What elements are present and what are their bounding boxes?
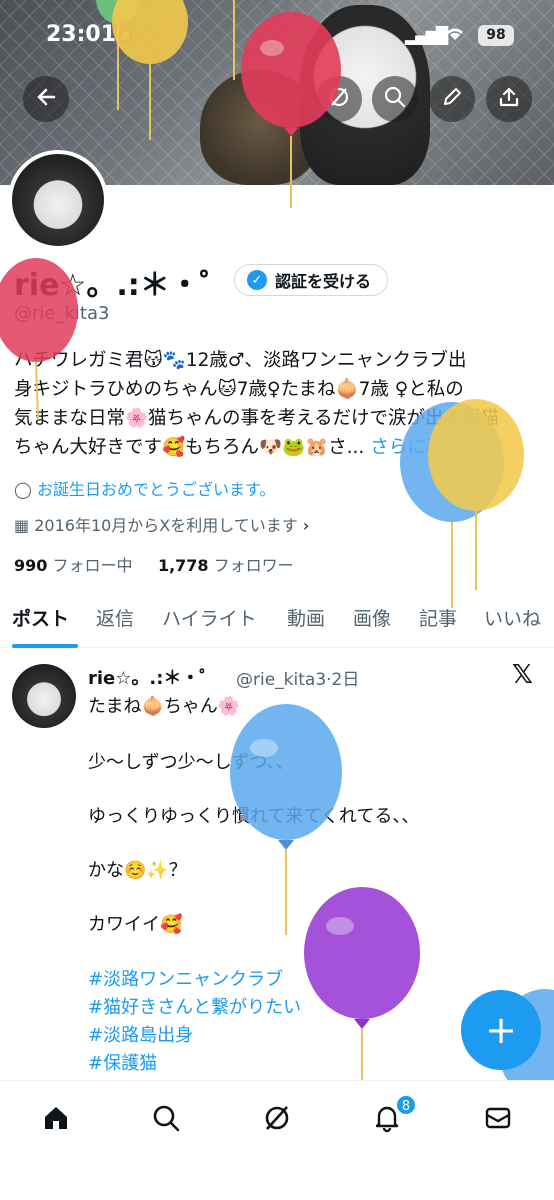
x-logo-icon: 𝕏: [512, 660, 533, 690]
pencil-icon: [441, 86, 463, 112]
verified-check-icon: ✓: [247, 270, 267, 290]
battery-indicator: 98: [478, 25, 514, 46]
joined-text: 2016年10月からXを利用しています: [34, 516, 298, 535]
post-text-line: カワイイ🥰: [88, 914, 183, 935]
follow-stats: 990 フォロー中 1,778 フォロワー: [14, 552, 294, 576]
show-more-link[interactable]: さらに表示: [370, 437, 463, 458]
wifi-icon: [444, 24, 466, 47]
following-label: フォロー中: [52, 556, 133, 575]
following-count: 990: [14, 556, 48, 575]
bottom-navigation: [0, 1080, 554, 1200]
balloon-icon: ◯: [14, 480, 32, 499]
post-text-line: ゆっくりゆっくり慣れて来てくれてる、、: [88, 806, 420, 827]
bio-line: ちゃん大好きです🥰もちろん🐶🐸🐹さ...: [14, 437, 365, 458]
balloon-purple: [304, 887, 420, 1085]
bio-line: ハチワレガミ君😽🐾12歳♂、淡路ワンニャンクラブ出: [14, 350, 467, 371]
profile-tabs: ポスト 返信 ハイライト 動画 画像 記事 いいね: [0, 598, 554, 648]
verify-label: 認証を受ける: [275, 272, 372, 291]
birthday-text: お誕生日おめでとうございます。: [37, 480, 276, 499]
birthday-message[interactable]: ◯ お誕生日おめでとうございます。: [14, 476, 275, 500]
tab-highlights[interactable]: ハイライト: [162, 604, 257, 631]
back-button[interactable]: [23, 76, 69, 122]
tab-replies[interactable]: 返信: [96, 604, 134, 631]
active-tab-indicator: [12, 644, 78, 648]
tab-posts[interactable]: ポスト: [12, 604, 69, 631]
tab-likes[interactable]: いいね: [484, 604, 541, 631]
share-icon: [498, 86, 520, 112]
following-link[interactable]: 990 フォロー中: [14, 556, 133, 575]
profile-name: rie☆。.:＊・゜: [14, 268, 230, 303]
home-icon: [41, 1103, 71, 1137]
joined-date[interactable]: ▦ 2016年10月からXを利用しています ›: [14, 512, 309, 536]
hashtag-link[interactable]: #保護猫: [88, 1049, 157, 1075]
arrow-left-icon: [35, 86, 57, 112]
grok-icon: [327, 85, 351, 113]
profile-handle: @rie_kita3: [14, 303, 110, 324]
followers-label: フォロワー: [213, 556, 294, 575]
nav-messages[interactable]: [478, 1100, 518, 1140]
post-avatar[interactable]: [12, 664, 76, 728]
grok-button[interactable]: [316, 76, 362, 122]
edit-button[interactable]: [429, 76, 475, 122]
tab-articles[interactable]: 記事: [419, 604, 457, 631]
envelope-icon: [483, 1103, 513, 1137]
status-time: 23:01: [46, 22, 117, 47]
post-meta: @rie_kita3·2日: [236, 670, 360, 690]
hashtag-link[interactable]: #淡路ワンニャンクラブ: [88, 965, 283, 991]
nav-grok[interactable]: [257, 1100, 297, 1140]
notification-badge: 8: [395, 1094, 417, 1116]
grok-icon: [262, 1103, 292, 1137]
status-bar: 23:01 🔕 ▂▄▆█ 98: [0, 22, 554, 52]
search-profile-button[interactable]: [372, 76, 418, 122]
verify-button[interactable]: ✓ 認証を受ける: [234, 264, 389, 296]
post-text-line: かな☺️✨？: [88, 860, 187, 881]
bio-line: 気ままな日常🌸猫ちゃんの事を考えるだけで涙が出る程猫: [14, 408, 499, 429]
followers-link[interactable]: 1,778 フォロワー: [158, 556, 294, 575]
hashtag-link[interactable]: #猫好きさんと繋がりたい: [88, 993, 301, 1019]
bio-line: 身キジトラひめのちゃん🐱7歳♀たまね🧅7歳 ♀と私の: [14, 379, 464, 400]
search-icon: [383, 85, 407, 113]
post-text-line: たまね🧅ちゃん🌸: [88, 696, 241, 717]
profile-bio: ハチワレガミ君😽🐾12歳♂、淡路ワンニャンクラブ出 身キジトラひめのちゃん🐱7歳♀…: [14, 346, 544, 462]
profile-avatar[interactable]: [8, 150, 108, 250]
post-text-line: 少〜しずつ少〜しずつ、、: [88, 752, 294, 773]
chevron-right-icon: ›: [302, 516, 310, 535]
silent-bell-icon: 🔕: [115, 26, 135, 45]
cellular-signal-icon: ▂▄▆█: [405, 26, 448, 45]
post-author-name[interactable]: rie☆。.:＊・゜: [88, 664, 217, 690]
share-button[interactable]: [486, 76, 532, 122]
search-icon: [151, 1103, 181, 1137]
hashtag-link[interactable]: #淡路島出身: [88, 1021, 193, 1047]
tab-videos[interactable]: 動画: [287, 604, 325, 631]
calendar-icon: ▦: [14, 516, 30, 535]
compose-post-button[interactable]: +: [461, 990, 541, 1070]
nav-home[interactable]: [36, 1100, 76, 1140]
plus-icon: +: [485, 1008, 517, 1052]
followers-count: 1,778: [157, 556, 209, 575]
nav-search[interactable]: [146, 1100, 186, 1140]
tab-media[interactable]: 画像: [353, 604, 391, 631]
